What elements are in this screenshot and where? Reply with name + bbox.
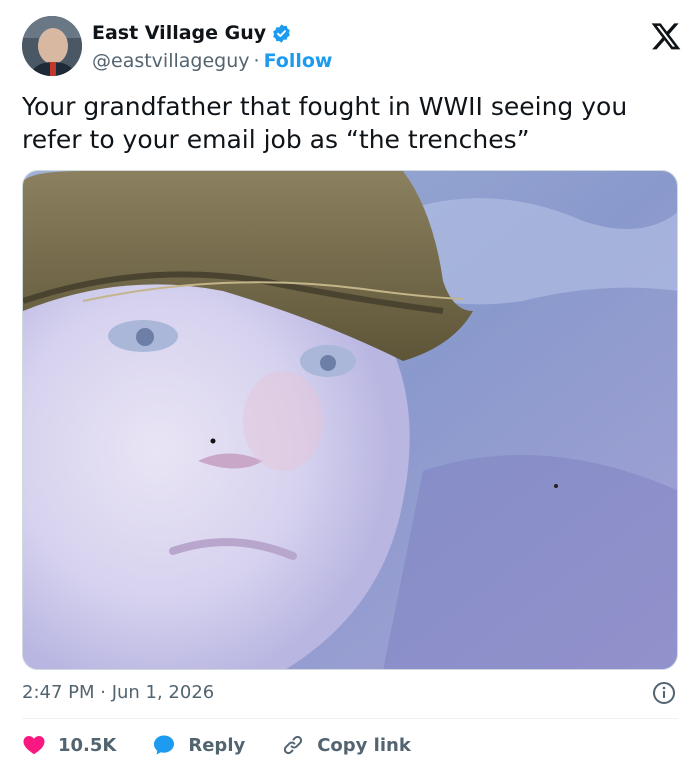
- meme-image[interactable]: [22, 170, 678, 670]
- copy-link-label: Copy link: [317, 734, 411, 756]
- author-handle[interactable]: @eastvillageguy: [92, 50, 250, 72]
- like-count: 10.5K: [58, 734, 117, 756]
- tweet-text: Your grandfather that fought in WWII see…: [22, 92, 628, 154]
- x-logo-icon[interactable]: [650, 20, 682, 52]
- author-block: East Village Guy @eastvillageguy · Follow: [92, 18, 332, 74]
- reply-button[interactable]: Reply: [152, 733, 245, 757]
- link-icon: [284, 735, 303, 755]
- author-display-name[interactable]: East Village Guy: [92, 22, 266, 44]
- tweet-timestamp[interactable]: 2:47 PM · Jun 1, 2026: [22, 681, 214, 705]
- follow-button[interactable]: Follow: [264, 50, 333, 72]
- heart-icon: [23, 736, 45, 755]
- reply-label: Reply: [188, 734, 246, 756]
- handle-row: @eastvillageguy · Follow: [92, 48, 332, 74]
- name-row: East Village Guy: [92, 18, 332, 48]
- divider: [22, 718, 678, 719]
- action-bar: 10.5K Reply Copy link: [22, 730, 447, 760]
- avatar[interactable]: [22, 16, 82, 76]
- verified-badge-icon: [271, 23, 292, 44]
- tweet-card: East Village Guy @eastvillageguy · Follow …: [0, 0, 700, 773]
- tweet-header: East Village Guy @eastvillageguy · Follow: [22, 16, 682, 78]
- info-icon[interactable]: [652, 681, 676, 705]
- separator-dot: ·: [253, 50, 260, 72]
- like-button[interactable]: 10.5K: [22, 733, 116, 757]
- copy-link-button[interactable]: Copy link: [281, 733, 411, 757]
- reply-bubble-icon: [154, 735, 175, 755]
